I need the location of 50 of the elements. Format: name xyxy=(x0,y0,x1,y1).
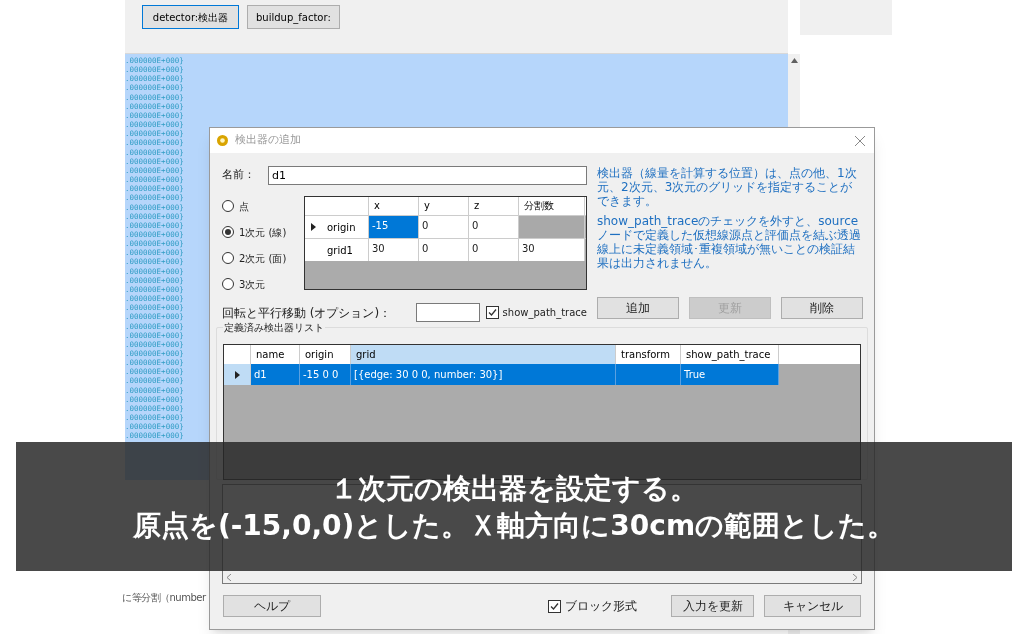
caption-text: １次元の検出器を設定する。 xyxy=(330,470,698,507)
scroll-up-icon[interactable] xyxy=(790,58,798,63)
note-text: に等分割（number xyxy=(122,592,206,603)
grid-cell[interactable]: 0 xyxy=(469,216,519,238)
row-header[interactable]: grid1 xyxy=(305,239,369,261)
group-title: 定義済み検出器リスト xyxy=(223,320,325,335)
scroll-right-icon[interactable] xyxy=(853,573,857,581)
grid-cell[interactable]: -15 xyxy=(369,216,419,238)
dialog-button[interactable]: 入力を更新 xyxy=(671,595,754,617)
grid-cell[interactable]: 30 xyxy=(369,239,419,261)
window-title: 検出器の追加 xyxy=(235,132,301,149)
dialog-button[interactable]: 追加 xyxy=(597,297,679,319)
checkbox[interactable] xyxy=(485,306,499,319)
checkbox[interactable] xyxy=(548,599,561,613)
column-header[interactable]: grid xyxy=(351,345,616,364)
table-cell: [{edge: 30 0 0, number: 30}] xyxy=(354,369,503,380)
grid-cell[interactable]: 0 xyxy=(469,239,519,261)
transform-field[interactable] xyxy=(415,303,480,322)
table-row[interactable]: d1 -15 0 0 [{edge: 30 0 0, number: 30}] True xyxy=(224,364,779,385)
tab-button[interactable]: detector:検出器 xyxy=(142,5,239,29)
column-header: z xyxy=(469,197,519,215)
field-label: 回転と平行移動 (オプション)： xyxy=(222,304,392,322)
block-format-option[interactable]: ブロック形式 xyxy=(548,597,637,615)
dialog-button[interactable]: ヘルプ xyxy=(223,595,321,617)
close-icon[interactable] xyxy=(855,135,865,146)
grid-cell[interactable]: 30 xyxy=(519,239,585,261)
table-cell: True xyxy=(684,369,706,380)
caption-text: 原点を(-15,0,0)とした。Ｘ軸方向に30cmの範囲とした。 xyxy=(132,507,896,544)
grid-cell[interactable]: 0 xyxy=(419,216,469,238)
row-header[interactable]: origin xyxy=(305,216,369,238)
table-cell: -15 0 0 xyxy=(303,369,339,380)
dialog-button[interactable]: キャンセル xyxy=(764,595,861,617)
radio-option[interactable]: 1次元 (線) xyxy=(222,223,287,241)
scroll-left-icon[interactable] xyxy=(227,573,231,581)
radio-option[interactable]: 2次元 (面) xyxy=(222,249,287,267)
table-cell: d1 xyxy=(254,369,267,380)
grid-cell[interactable]: 0 xyxy=(419,239,469,261)
column-header: 分割数 xyxy=(519,197,585,215)
dialog-button[interactable]: 削除 xyxy=(781,297,863,319)
help-text: show_path_traceのチェックを外すと、sourceノードで定義した仮想線源点と評価点を結ぶ透過線上に未定義領域･重複領域が無いことの検証結果は出力されません。 xyxy=(597,214,862,270)
radio-option[interactable]: 点 xyxy=(222,197,249,215)
column-header: y xyxy=(419,197,469,215)
radio-option[interactable]: 3次元 xyxy=(222,275,266,293)
field-label: 名前： xyxy=(222,167,256,184)
tab-button[interactable]: buildup_factor: xyxy=(247,5,340,29)
show-path-trace-option[interactable]: show_path_trace xyxy=(485,305,587,320)
column-header: x xyxy=(369,197,419,215)
help-text: 検出器（線量を計算する位置）は、点の他、1次元、2次元、3次元のグリッドを指定することができます。 xyxy=(597,166,858,208)
name-field[interactable]: d1 xyxy=(268,166,587,185)
row-pointer-icon xyxy=(234,370,240,379)
